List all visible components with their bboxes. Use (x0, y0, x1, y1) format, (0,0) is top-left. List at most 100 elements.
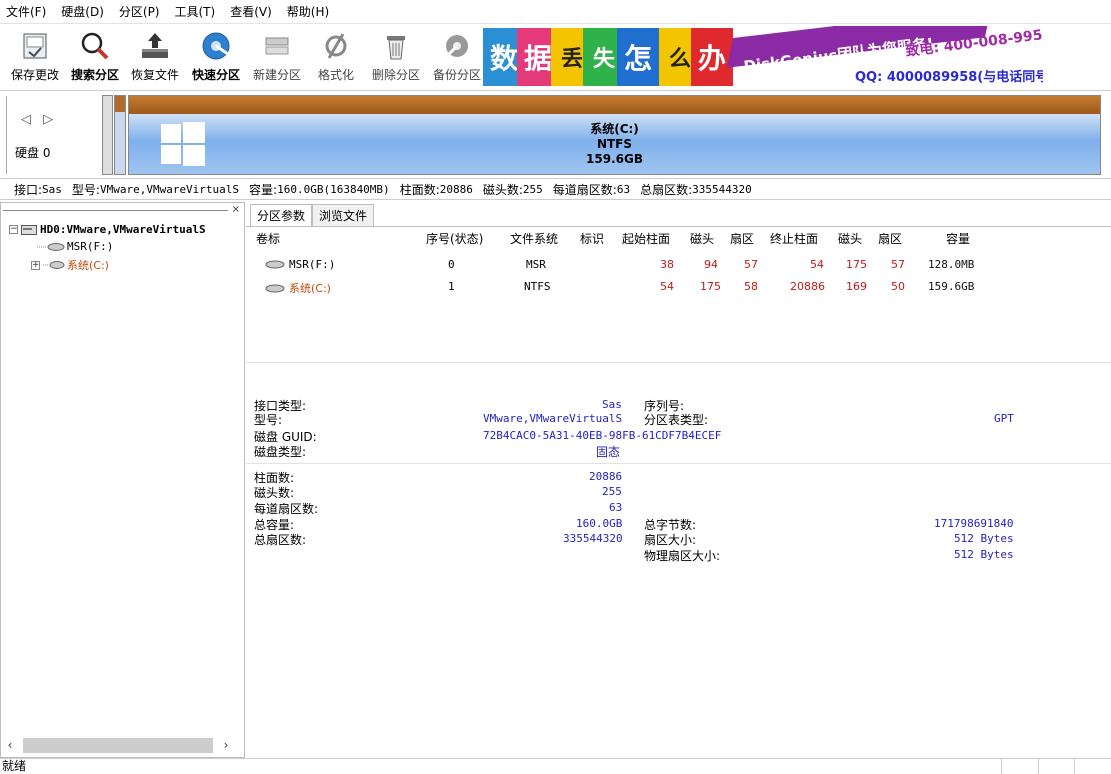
tree-item-msr[interactable]: MSR(F:) (37, 240, 113, 253)
info-capacity: 160.0GB(163840MB) (277, 182, 390, 196)
col-header-start-cyl[interactable]: 起始柱面 (622, 230, 670, 247)
new-partition-button[interactable]: 新建分区 (248, 27, 306, 87)
info-sectors: 63 (616, 182, 631, 196)
menu-disk[interactable]: 硬盘(D) (61, 3, 104, 20)
col-header-index[interactable]: 序号(状态) (426, 230, 483, 247)
system-partition-block[interactable]: 系统(C:) NTFS 159.6GB (128, 95, 1101, 175)
collapse-icon[interactable]: − (9, 225, 18, 234)
partition-icon (265, 260, 285, 269)
disk-nav-arrows-icon[interactable]: ◁ ▷ (21, 112, 57, 127)
scroll-thumb[interactable] (23, 737, 213, 753)
scroll-left-icon[interactable]: ‹ (3, 738, 17, 752)
disk-tree-panel: × − HD0:VMware,VMwareVirtualS MSR(F:) + … (0, 202, 245, 758)
search-partition-icon (78, 29, 112, 63)
row-end-cyl: 20886 (790, 280, 825, 293)
col-header-label[interactable]: 卷标 (256, 230, 280, 247)
backup-partition-icon (440, 29, 474, 63)
partition-params-panel: 分区参数 浏览文件 卷标 序号(状态) 文件系统 标识 起始柱面 磁头 扇区 终… (246, 202, 1111, 758)
partition-icon (43, 261, 65, 269)
format-icon (319, 29, 353, 63)
menu-bar: 文件(F) 硬盘(D) 分区(P) 工具(T) 查看(V) 帮助(H) (0, 0, 1111, 24)
delete-partition-button[interactable]: 删除分区 (367, 27, 425, 87)
partition-name: 系统(C:) (590, 122, 639, 136)
tree-item-disk[interactable]: − HD0:VMware,VMwareVirtualS (9, 223, 206, 236)
disk-info-line: 接口: Sas 型号: VMware,VMwareVirtualS 容量: 160.0… (0, 178, 1111, 200)
partition-icon (265, 284, 285, 292)
info-heads: 255 (522, 182, 543, 196)
tree-item-system[interactable]: + 系统(C:) (31, 257, 109, 273)
delete-partition-icon (379, 29, 413, 63)
col-header-end-sec[interactable]: 扇区 (878, 230, 902, 247)
recover-files-button[interactable]: 恢复文件 (126, 27, 184, 87)
msr-partition-block-edge[interactable] (114, 95, 126, 175)
col-header-size[interactable]: 容量 (946, 230, 970, 247)
col-header-start-head[interactable]: 磁头 (690, 230, 714, 247)
menu-view[interactable]: 查看(V) (230, 3, 272, 20)
menu-file[interactable]: 文件(F) (6, 3, 46, 20)
detail-interface-type: Sas (602, 398, 622, 411)
quick-partition-icon (199, 29, 233, 63)
scroll-right-icon[interactable]: › (219, 738, 233, 752)
expand-icon[interactable]: + (31, 260, 40, 270)
partition-info: 系统(C:) NTFS 159.6GB (129, 122, 1100, 167)
backup-partition-button[interactable]: 备份分区 (428, 27, 486, 87)
detail-tsec-label: 总扇区数: (254, 533, 307, 547)
tab-partition-params[interactable]: 分区参数 (250, 204, 313, 226)
row-end-sec: 50 (891, 280, 905, 293)
col-header-fs[interactable]: 文件系统 (510, 230, 558, 247)
detail-disk-type: 固态 (596, 445, 621, 459)
tab-bar: 分区参数 浏览文件 (250, 204, 375, 226)
col-header-end-head[interactable]: 磁头 (838, 230, 862, 247)
detail-secsize-label: 扇区大小: (644, 533, 697, 547)
tab-browse-files[interactable]: 浏览文件 (312, 204, 375, 226)
row-end-cyl: 54 (810, 258, 824, 271)
promo-ad: DiskGenius团队为您服务! 致电: 400-008-9958 QQ: 4… (726, 26, 1043, 85)
row-fs: NTFS (524, 280, 551, 293)
detail-tsec: 335544320 (563, 532, 623, 545)
col-header-start-sec[interactable]: 扇区 (730, 230, 754, 247)
detail-ptable-label: 分区表类型: (644, 413, 709, 427)
new-partition-icon (260, 29, 294, 63)
menu-tools[interactable]: 工具(T) (175, 3, 216, 20)
row-start-cyl: 38 (660, 258, 674, 271)
close-panel-icon[interactable]: × (232, 204, 240, 215)
quick-partition-button[interactable]: 快速分区 (187, 27, 245, 87)
detail-ptable: GPT (994, 412, 1014, 425)
menu-help[interactable]: 帮助(H) (287, 3, 329, 20)
row-start-head: 94 (704, 258, 718, 271)
promo-banner[interactable]: 数 据 丢 失 怎 么 办 DiskGenius团队为您服务! 致电: 400-… (483, 26, 1043, 90)
row-end-head: 169 (846, 280, 867, 293)
detail-secsize: 512 Bytes (954, 532, 1014, 545)
partition-size: 159.6GB (586, 152, 643, 166)
tree-horizontal-scrollbar[interactable]: ‹ › (3, 735, 241, 755)
harddisk-icon (21, 224, 37, 235)
detail-disk-type-label: 磁盘类型: (254, 445, 307, 459)
disk-label: 硬盘 0 (15, 146, 51, 160)
status-text: 就绪 (2, 759, 27, 773)
save-icon (18, 29, 52, 63)
detail-heads: 255 (602, 485, 622, 498)
msr-partition-block[interactable] (102, 95, 113, 175)
detail-cyl: 20886 (589, 470, 623, 483)
menu-partition[interactable]: 分区(P) (119, 3, 160, 20)
banner-tile: 怎 (617, 28, 659, 86)
detail-cap: 160.0GB (576, 517, 623, 530)
detail-bytes: 171798691840 (934, 517, 1014, 530)
detail-guid: 72B4CAC0-5A31-40EB-98FB-61CDF7B4ECEF (483, 429, 722, 442)
banner-tile: 办 (691, 28, 733, 86)
row-index: 0 (448, 258, 455, 271)
search-partition-button[interactable]: 搜索分区 (66, 27, 124, 87)
detail-physec: 512 Bytes (954, 548, 1014, 561)
format-button[interactable]: 格式化 (311, 27, 361, 87)
col-header-id[interactable]: 标识 (580, 230, 604, 247)
col-header-end-cyl[interactable]: 终止柱面 (770, 230, 818, 247)
row-end-head: 175 (846, 258, 867, 271)
info-cylinders: 20886 (439, 182, 473, 196)
save-changes-button[interactable]: 保存更改 (6, 27, 64, 87)
status-cells (1001, 759, 1111, 774)
info-total-sectors: 335544320 (692, 182, 752, 196)
row-start-head: 175 (700, 280, 721, 293)
status-bar: 就绪 (0, 758, 1111, 774)
detail-spt: 63 (609, 501, 623, 514)
info-model: VMware,VMwareVirtualS (99, 182, 240, 196)
